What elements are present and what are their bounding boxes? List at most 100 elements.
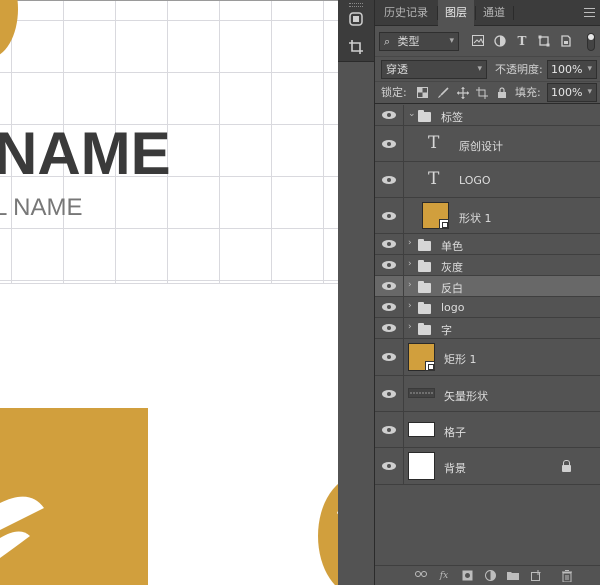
new-group-folder-icon[interactable] <box>507 570 519 582</box>
grid-bottom-line <box>0 283 338 284</box>
lock-position-move-icon[interactable] <box>457 87 469 99</box>
layer-row-group-selected[interactable]: › 反白 <box>375 276 600 297</box>
layer-name: LOGO <box>459 174 491 187</box>
lock-transparency-icon[interactable] <box>416 87 428 99</box>
layer-row-group[interactable]: › logo <box>375 297 600 318</box>
layer-name: 背景 <box>444 462 466 475</box>
document-canvas[interactable]: NAME L NAME <box>0 0 338 585</box>
visibility-eye-icon[interactable] <box>382 176 396 186</box>
eye-separator <box>403 126 404 161</box>
filter-kind-select[interactable]: ⌕ 类型 ▾ <box>379 32 459 51</box>
chevron-right-icon[interactable]: › <box>408 238 412 248</box>
shape-badge-icon <box>425 361 435 371</box>
visibility-eye-icon[interactable] <box>382 261 396 271</box>
layer-row-text[interactable]: T LOGO <box>375 162 600 198</box>
lock-icon <box>562 460 571 472</box>
layer-row-group[interactable]: › 字 <box>375 318 600 339</box>
vector-layer-thumbnail <box>408 388 435 398</box>
adjustment-filter-icon[interactable] <box>493 35 507 48</box>
layer-row-pixel[interactable]: 格子 <box>375 412 600 448</box>
adjustment-layer-icon[interactable] <box>484 570 496 582</box>
add-mask-icon[interactable] <box>461 570 473 582</box>
filter-kind-label: 类型 <box>397 35 420 48</box>
visibility-eye-icon[interactable] <box>382 240 396 250</box>
layer-name: 原创设计 <box>459 140 503 153</box>
eye-separator <box>403 448 404 484</box>
visibility-eye-icon[interactable] <box>382 353 396 363</box>
text-filter-icon[interactable]: T <box>515 35 529 48</box>
chevron-right-icon[interactable]: › <box>408 280 412 290</box>
layer-row-vector[interactable]: 矢量形状 <box>375 376 600 412</box>
smart-object-filter-icon[interactable] <box>559 35 573 48</box>
folder-icon <box>418 323 431 335</box>
layer-name: 格子 <box>444 426 466 439</box>
opacity-label[interactable]: 不透明度: <box>495 60 543 79</box>
panel-menu-icon[interactable] <box>584 8 595 17</box>
lock-pixels-brush-icon[interactable] <box>437 87 449 99</box>
lock-row: 锁定: 填充: 100% ▾ <box>375 81 600 104</box>
eye-separator <box>403 255 404 275</box>
panel-tool-strip <box>338 0 374 585</box>
filter-toggle-switch[interactable] <box>587 33 595 51</box>
visibility-eye-icon[interactable] <box>382 212 396 222</box>
link-layers-icon[interactable] <box>415 570 427 582</box>
eye-separator <box>403 376 404 411</box>
chevron-right-icon[interactable]: › <box>408 259 412 269</box>
shape-filter-icon[interactable] <box>537 35 551 48</box>
visibility-eye-icon[interactable] <box>382 140 396 150</box>
layer-row-background[interactable]: 背景 <box>375 448 600 485</box>
pixel-filter-icon[interactable] <box>471 35 485 48</box>
layer-row-group[interactable]: ⌄ 标签 <box>375 105 600 126</box>
chevron-right-icon[interactable]: › <box>408 322 412 332</box>
visibility-eye-icon[interactable] <box>382 324 396 334</box>
blend-mode-select[interactable]: 穿透 ▾ <box>381 60 487 79</box>
folder-icon <box>418 239 431 251</box>
chevron-down-icon: ▾ <box>587 87 592 97</box>
text-layer-icon: T <box>428 133 440 153</box>
layer-row-group[interactable]: › 单色 <box>375 234 600 255</box>
opacity-field[interactable]: 100% ▾ <box>547 60 597 79</box>
text-layer-icon: T <box>428 169 440 189</box>
layer-name: 灰度 <box>441 261 463 274</box>
fill-field[interactable]: 100% ▾ <box>547 83 597 102</box>
tab-layers[interactable]: 图层 <box>438 0 474 27</box>
blend-row: 穿透 ▾ 不透明度: 100% ▾ <box>375 56 600 80</box>
layer-row-text[interactable]: T 原创设计 <box>375 126 600 162</box>
blend-mode-value: 穿透 <box>386 63 408 76</box>
layer-row-group[interactable]: › 灰度 <box>375 255 600 276</box>
layer-thumbnail <box>408 343 435 371</box>
panel-tabs: 历史记录 图层 通道 <box>375 0 600 27</box>
visibility-eye-icon[interactable] <box>382 303 396 313</box>
fill-label[interactable]: 填充: <box>515 83 541 102</box>
chevron-down-icon[interactable]: ⌄ <box>408 109 416 119</box>
eye-separator <box>403 297 404 317</box>
layer-name: 反白 <box>441 282 463 295</box>
layer-row-shape[interactable]: 形状 1 <box>375 198 600 234</box>
new-layer-icon[interactable] <box>530 570 542 582</box>
canvas-name-text: NAME <box>0 120 171 187</box>
visibility-eye-icon[interactable] <box>382 426 396 436</box>
layer-thumbnail <box>408 452 435 480</box>
shape-badge-icon <box>439 219 449 229</box>
crop-icon[interactable] <box>346 38 366 56</box>
lock-all-icon[interactable] <box>496 87 508 99</box>
visibility-eye-icon[interactable] <box>382 462 396 472</box>
lock-label: 锁定: <box>381 86 407 99</box>
fx-icon[interactable]: fx <box>438 570 450 582</box>
visibility-eye-icon[interactable] <box>382 390 396 400</box>
lock-artboard-icon[interactable] <box>476 87 488 99</box>
trash-icon[interactable] <box>561 570 573 583</box>
layer-filter-row: ⌕ 类型 ▾ T <box>375 30 600 54</box>
chevron-right-icon[interactable]: › <box>408 301 412 311</box>
eye-separator <box>403 318 404 338</box>
visibility-eye-icon[interactable] <box>382 282 396 292</box>
tab-channels[interactable]: 通道 <box>476 0 512 26</box>
visibility-eye-icon[interactable] <box>382 111 396 121</box>
eye-separator <box>403 339 404 375</box>
layer-name: 矢量形状 <box>444 390 488 403</box>
layer-row-shape[interactable]: 矩形 1 <box>375 339 600 376</box>
properties-icon[interactable] <box>346 10 366 28</box>
chevron-down-icon: ▾ <box>587 64 592 74</box>
tab-history[interactable]: 历史记录 <box>377 0 435 26</box>
grip-handle[interactable] <box>349 3 363 7</box>
